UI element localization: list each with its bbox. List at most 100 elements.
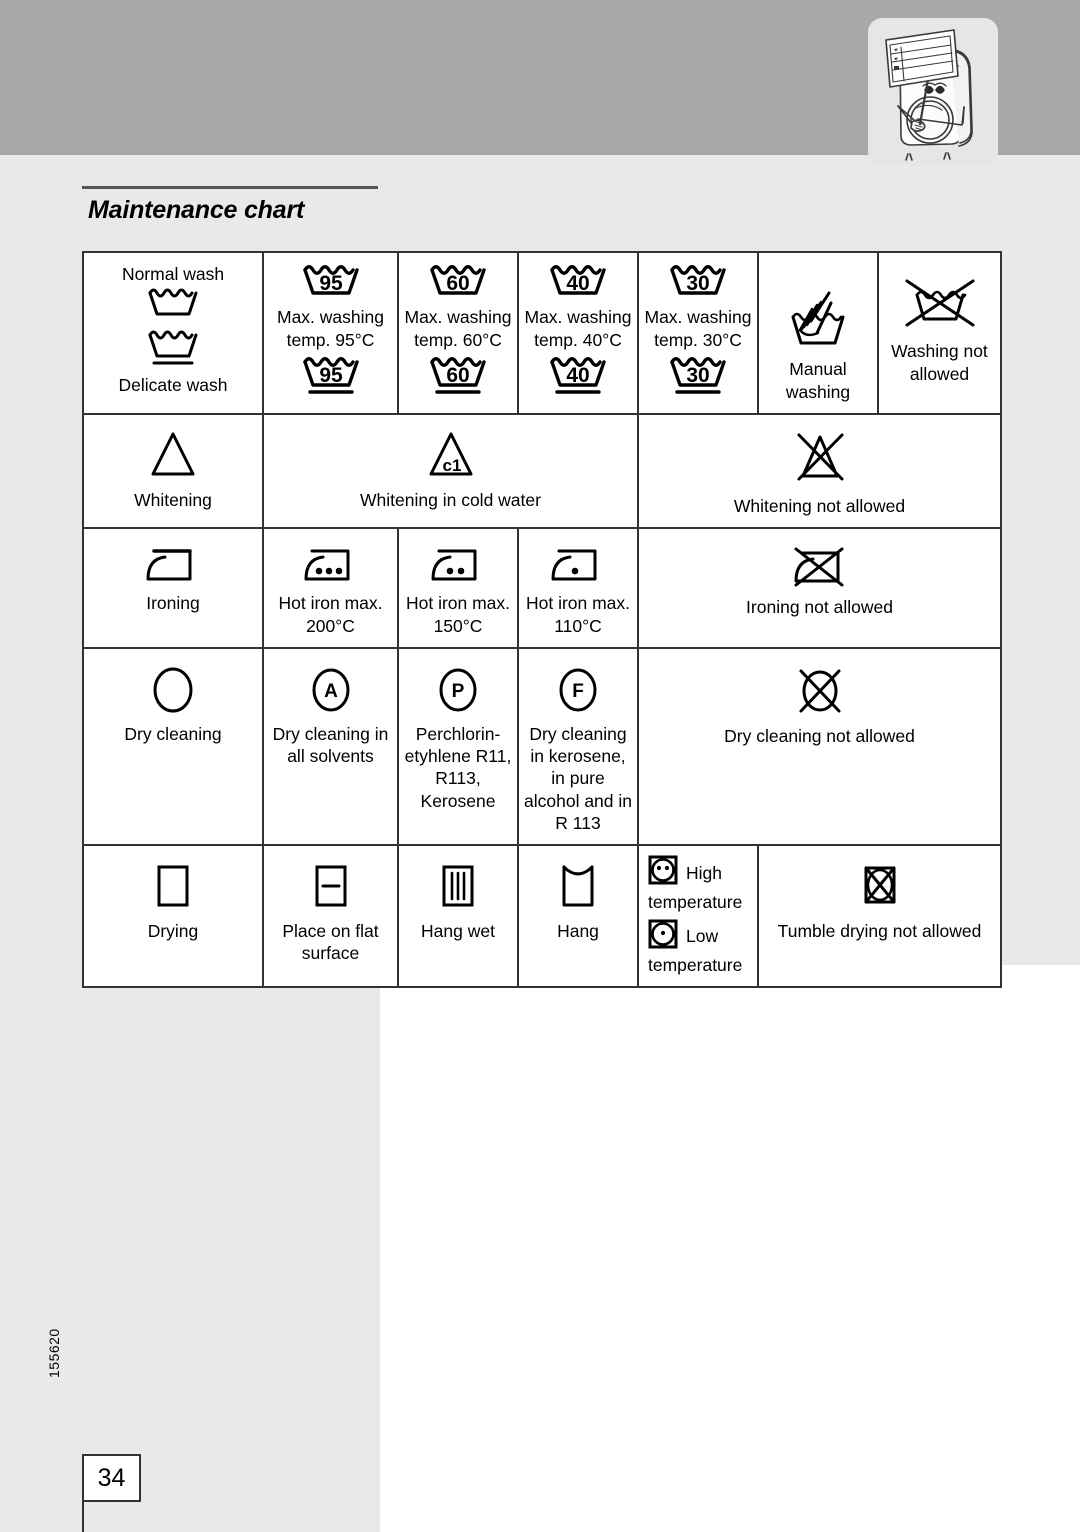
wash-tub-40-icon: 40 bbox=[546, 261, 610, 304]
cell-whitening: Whitening bbox=[82, 413, 264, 529]
page-title: Maintenance chart bbox=[88, 196, 305, 224]
iron-three-dots-icon bbox=[300, 545, 362, 590]
svg-text:60: 60 bbox=[446, 364, 469, 387]
tumble-high-temp-label-second: temperature bbox=[648, 891, 743, 912]
triangle-crossed-icon bbox=[785, 429, 855, 492]
cell-iron-150: Hot iron max. 150°C bbox=[397, 526, 519, 650]
tumble-dry-crossed-icon bbox=[856, 862, 904, 917]
normal-wash-label: Normal wash bbox=[121, 264, 225, 284]
manual-washing-label: Manual washing bbox=[785, 359, 851, 402]
iron-icon bbox=[142, 545, 204, 590]
cell-drying: Drying bbox=[82, 844, 264, 989]
svg-text:95: 95 bbox=[319, 272, 343, 295]
whitening-label: Whitening bbox=[134, 489, 212, 510]
document-code: 155620 bbox=[46, 1328, 62, 1378]
cell-wash-95: 95 Max. washing temp. 95°C 95 bbox=[262, 250, 399, 416]
iron-110-label: Hot iron max. 110°C bbox=[525, 593, 631, 636]
tumble-low-temp-row: Low bbox=[647, 918, 718, 955]
dry-clean-all-solvents-label: Dry cleaning in all solvents bbox=[272, 723, 389, 766]
tumble-not-allowed-label: Tumble drying not allowed bbox=[777, 920, 982, 941]
cell-whitening-cold-water: c1 Whitening in cold water bbox=[262, 413, 639, 529]
iron-200-label: Hot iron max. 200°C bbox=[278, 593, 383, 636]
svg-text:95: 95 bbox=[319, 364, 343, 387]
wash-tub-30-icon: 30 bbox=[666, 261, 730, 304]
svg-text:F: F bbox=[572, 681, 584, 702]
table-row-ironing: Ironing Hot iron max. 200°C Hot iron max… bbox=[82, 526, 1002, 650]
tumble-dry-one-dot-icon bbox=[647, 918, 679, 955]
wash-40-label: Max. washing temp. 40°C bbox=[524, 307, 632, 350]
cell-dry-cleaning: Dry cleaning bbox=[82, 647, 264, 847]
delicate-wash-label: Delicate wash bbox=[118, 375, 228, 396]
wash-tub-60-icon: 60 bbox=[426, 261, 490, 304]
cell-iron-110: Hot iron max. 110°C bbox=[517, 526, 639, 650]
washing-machine-mascot-illustration bbox=[868, 18, 998, 166]
ironing-not-allowed-label: Ironing not allowed bbox=[746, 597, 893, 618]
cell-dry-clean-all-solvents: A Dry cleaning in all solvents bbox=[262, 647, 399, 847]
cell-whitening-not-allowed: Whitening not allowed bbox=[637, 413, 1002, 529]
cell-ironing: Ironing bbox=[82, 526, 264, 650]
svg-text:40: 40 bbox=[566, 364, 589, 387]
drying-label: Drying bbox=[147, 920, 199, 941]
circle-crossed-icon bbox=[792, 665, 848, 722]
tumble-high-temp-row: High bbox=[647, 854, 722, 891]
page-number-stem bbox=[82, 1498, 84, 1532]
cell-manual-washing: Manual washing bbox=[757, 250, 879, 416]
cell-normal-delicate-wash: Normal wash Delicate wash bbox=[82, 250, 264, 416]
page-number: 34 bbox=[97, 1463, 126, 1492]
cell-hang-wet: Hang wet bbox=[397, 844, 519, 989]
wash-tub-delicate-icon bbox=[145, 327, 201, 372]
svg-text:40: 40 bbox=[566, 272, 589, 295]
tumble-low-temp-label-second: temperature bbox=[648, 955, 743, 976]
triangle-c1-icon: c1 bbox=[421, 429, 481, 486]
page-number-box: 34 bbox=[82, 1454, 141, 1502]
circle-p-icon: P bbox=[433, 665, 483, 720]
hang-label: Hang bbox=[557, 920, 599, 941]
table-row-dry-cleaning: Dry cleaning A Dry cleaning in all solve… bbox=[82, 647, 1002, 847]
svg-text:P: P bbox=[452, 681, 465, 702]
tumble-low-temp-label-first: Low bbox=[686, 926, 719, 947]
hang-wet-label: Hang wet bbox=[421, 920, 495, 941]
cell-hang: Hang bbox=[517, 844, 639, 989]
square-icon bbox=[149, 862, 197, 917]
wash-tub-60-delicate-icon: 60 bbox=[426, 353, 490, 402]
dry-cleaning-not-allowed-label: Dry cleaning not allowed bbox=[724, 725, 915, 746]
iron-crossed-icon bbox=[788, 545, 852, 594]
wash-tub-icon bbox=[145, 285, 201, 324]
circle-icon bbox=[148, 665, 198, 720]
wash-tub-95-delicate-icon: 95 bbox=[299, 353, 363, 402]
cell-iron-200: Hot iron max. 200°C bbox=[262, 526, 399, 650]
wash-tub-95-icon: 95 bbox=[299, 261, 363, 304]
square-three-bars-icon bbox=[434, 862, 482, 917]
circle-f-icon: F bbox=[553, 665, 603, 720]
dry-cleaning-label: Dry cleaning bbox=[124, 723, 222, 744]
cell-washing-not-allowed: Washing not allowed bbox=[877, 250, 1002, 416]
cell-tumble-temperatures: High temperature Low temperature High te… bbox=[637, 844, 759, 989]
wash-tub-30-delicate-icon: 30 bbox=[666, 353, 730, 402]
cell-ironing-not-allowed: Ironing not allowed bbox=[637, 526, 1002, 650]
cell-wash-40: 40 Max. washing temp. 40°C 40 bbox=[517, 250, 639, 416]
cell-dry-clean-kerosene: F Dry cleaning in kerosene, in pure alco… bbox=[517, 647, 639, 847]
square-curve-icon bbox=[554, 862, 602, 917]
svg-text:c1: c1 bbox=[442, 456, 461, 475]
svg-text:60: 60 bbox=[446, 272, 469, 295]
place-flat-label: Place on flat surface bbox=[282, 920, 379, 964]
svg-text:30: 30 bbox=[686, 364, 709, 387]
svg-text:A: A bbox=[324, 681, 338, 702]
cell-tumble-not-allowed: Tumble drying not allowed bbox=[757, 844, 1002, 989]
hand-wash-icon bbox=[781, 285, 855, 356]
circle-a-icon: A bbox=[306, 665, 356, 720]
table-row-drying: Drying Place on flat surface Hang wet Ha… bbox=[82, 844, 1002, 989]
iron-150-label: Hot iron max. 150°C bbox=[405, 593, 511, 636]
dry-clean-kerosene-label: Dry cleaning in kerosene, in pure alcoho… bbox=[524, 723, 632, 834]
cell-place-flat: Place on flat surface bbox=[262, 844, 399, 989]
tumble-dry-two-dots-icon bbox=[647, 854, 679, 891]
washing-not-allowed-label: Washing not allowed bbox=[891, 341, 988, 384]
triangle-icon bbox=[143, 429, 203, 486]
table-row-washing: Normal wash Delicate wash 95 Max. washin… bbox=[82, 250, 1002, 416]
perchlorethylene-label: Perchlorin-etyhlene R11, R113, Kerosene bbox=[404, 723, 512, 811]
cell-dry-cleaning-not-allowed: Dry cleaning not allowed bbox=[637, 647, 1002, 847]
whitening-not-allowed-label: Whitening not allowed bbox=[733, 495, 906, 516]
title-rule bbox=[82, 186, 378, 189]
cell-wash-30: 30 Max. washing temp. 30°C 30 bbox=[637, 250, 759, 416]
cell-perchlorethylene: P Perchlorin-etyhlene R11, R113, Kerosen… bbox=[397, 647, 519, 847]
